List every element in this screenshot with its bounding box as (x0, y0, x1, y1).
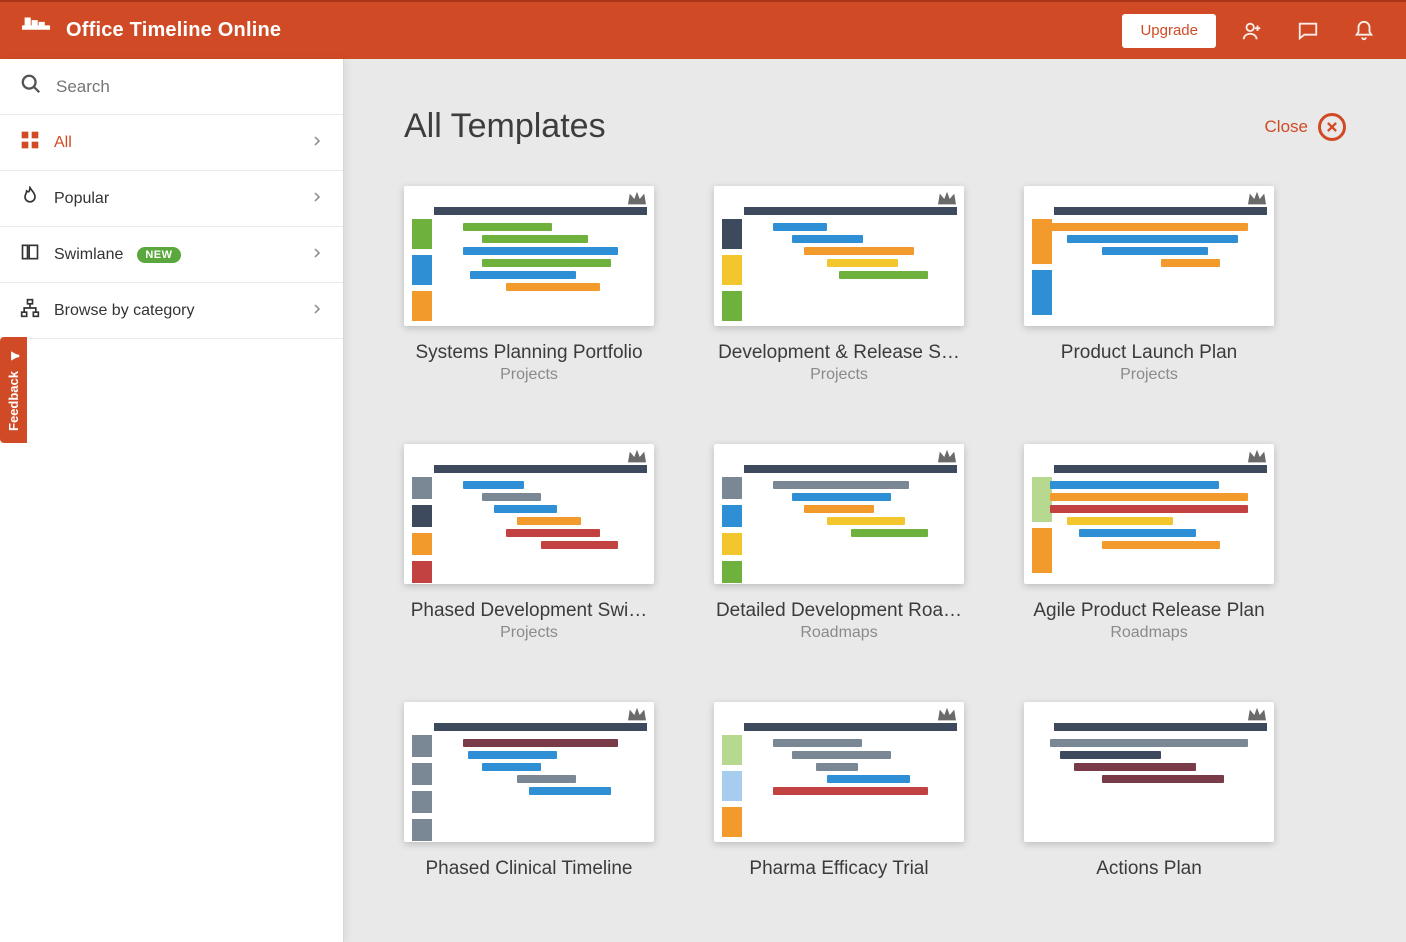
feedback-tab[interactable]: Feedback (0, 337, 27, 443)
new-badge: NEW (137, 247, 180, 263)
template-thumbnail[interactable] (1024, 444, 1274, 584)
template-card[interactable]: Systems Planning Portfolio Projects (404, 186, 654, 384)
main-content: All Templates Close Systems Planning Por… (344, 59, 1406, 942)
close-label: Close (1265, 117, 1308, 137)
chevron-right-icon (311, 302, 323, 320)
sidebar-item-all[interactable]: All (0, 115, 343, 171)
template-card[interactable]: Phased Clinical Timeline (404, 702, 654, 880)
template-title: Development & Release S… (714, 342, 964, 364)
upgrade-button[interactable]: Upgrade (1122, 14, 1216, 48)
template-title: Phased Clinical Timeline (404, 858, 654, 880)
template-thumbnail[interactable] (1024, 186, 1274, 326)
template-thumbnail[interactable] (714, 444, 964, 584)
sidebar-item-popular[interactable]: Popular (0, 171, 343, 227)
template-card[interactable]: Detailed Development Roa… Roadmaps (714, 444, 964, 642)
flame-icon (20, 186, 40, 211)
template-title: Phased Development Swi… (404, 600, 654, 622)
grid-icon (20, 130, 40, 155)
search-row (0, 59, 343, 115)
sitemap-icon (20, 298, 40, 323)
feedback-label: Feedback (6, 371, 21, 431)
template-card[interactable]: Phased Development Swi… Projects (404, 444, 654, 642)
user-add-icon[interactable] (1232, 11, 1272, 51)
template-title: Product Launch Plan (1024, 342, 1274, 364)
template-title: Agile Product Release Plan (1024, 600, 1274, 622)
template-category: Projects (404, 366, 654, 384)
template-title: Pharma Efficacy Trial (714, 858, 964, 880)
template-card[interactable]: Development & Release S… Projects (714, 186, 964, 384)
app-header: Office Timeline Online Upgrade (0, 0, 1406, 59)
search-input[interactable] (56, 77, 323, 97)
template-card[interactable]: Product Launch Plan Projects (1024, 186, 1274, 384)
template-category: Projects (714, 366, 964, 384)
sidebar-item-browse-by-category[interactable]: Browse by category (0, 283, 343, 339)
app-title: Office Timeline Online (66, 19, 281, 42)
chevron-right-icon (311, 246, 323, 264)
template-thumbnail[interactable] (404, 186, 654, 326)
close-icon (1318, 113, 1346, 141)
template-category: Roadmaps (714, 624, 964, 642)
chevron-right-icon (311, 134, 323, 152)
columns-icon (20, 242, 40, 267)
chevron-right-icon (311, 190, 323, 208)
bell-icon[interactable] (1344, 11, 1384, 51)
template-card[interactable]: Agile Product Release Plan Roadmaps (1024, 444, 1274, 642)
chat-icon[interactable] (1288, 11, 1328, 51)
template-category: Projects (1024, 366, 1274, 384)
template-title: Detailed Development Roa… (714, 600, 964, 622)
sidebar: All Popular Swimlane NEW Browse by category (0, 59, 344, 942)
sidebar-item-label: Swimlane (54, 246, 123, 264)
megaphone-icon (6, 349, 21, 363)
template-thumbnail[interactable] (404, 444, 654, 584)
template-title: Systems Planning Portfolio (404, 342, 654, 364)
sidebar-item-swimlane[interactable]: Swimlane NEW (0, 227, 343, 283)
template-category: Roadmaps (1024, 624, 1274, 642)
template-thumbnail[interactable] (714, 702, 964, 842)
template-thumbnail[interactable] (404, 702, 654, 842)
page-title: All Templates (404, 107, 606, 146)
logo-icon (22, 16, 50, 45)
sidebar-item-label: Browse by category (54, 302, 195, 320)
template-thumbnail[interactable] (714, 186, 964, 326)
template-title: Actions Plan (1024, 858, 1274, 880)
template-card[interactable]: Pharma Efficacy Trial (714, 702, 964, 880)
template-thumbnail[interactable] (1024, 702, 1274, 842)
template-category: Projects (404, 624, 654, 642)
template-card[interactable]: Actions Plan (1024, 702, 1274, 880)
search-icon (20, 73, 42, 100)
sidebar-item-label: All (54, 134, 72, 152)
sidebar-item-label: Popular (54, 190, 109, 208)
close-button[interactable]: Close (1265, 113, 1346, 141)
